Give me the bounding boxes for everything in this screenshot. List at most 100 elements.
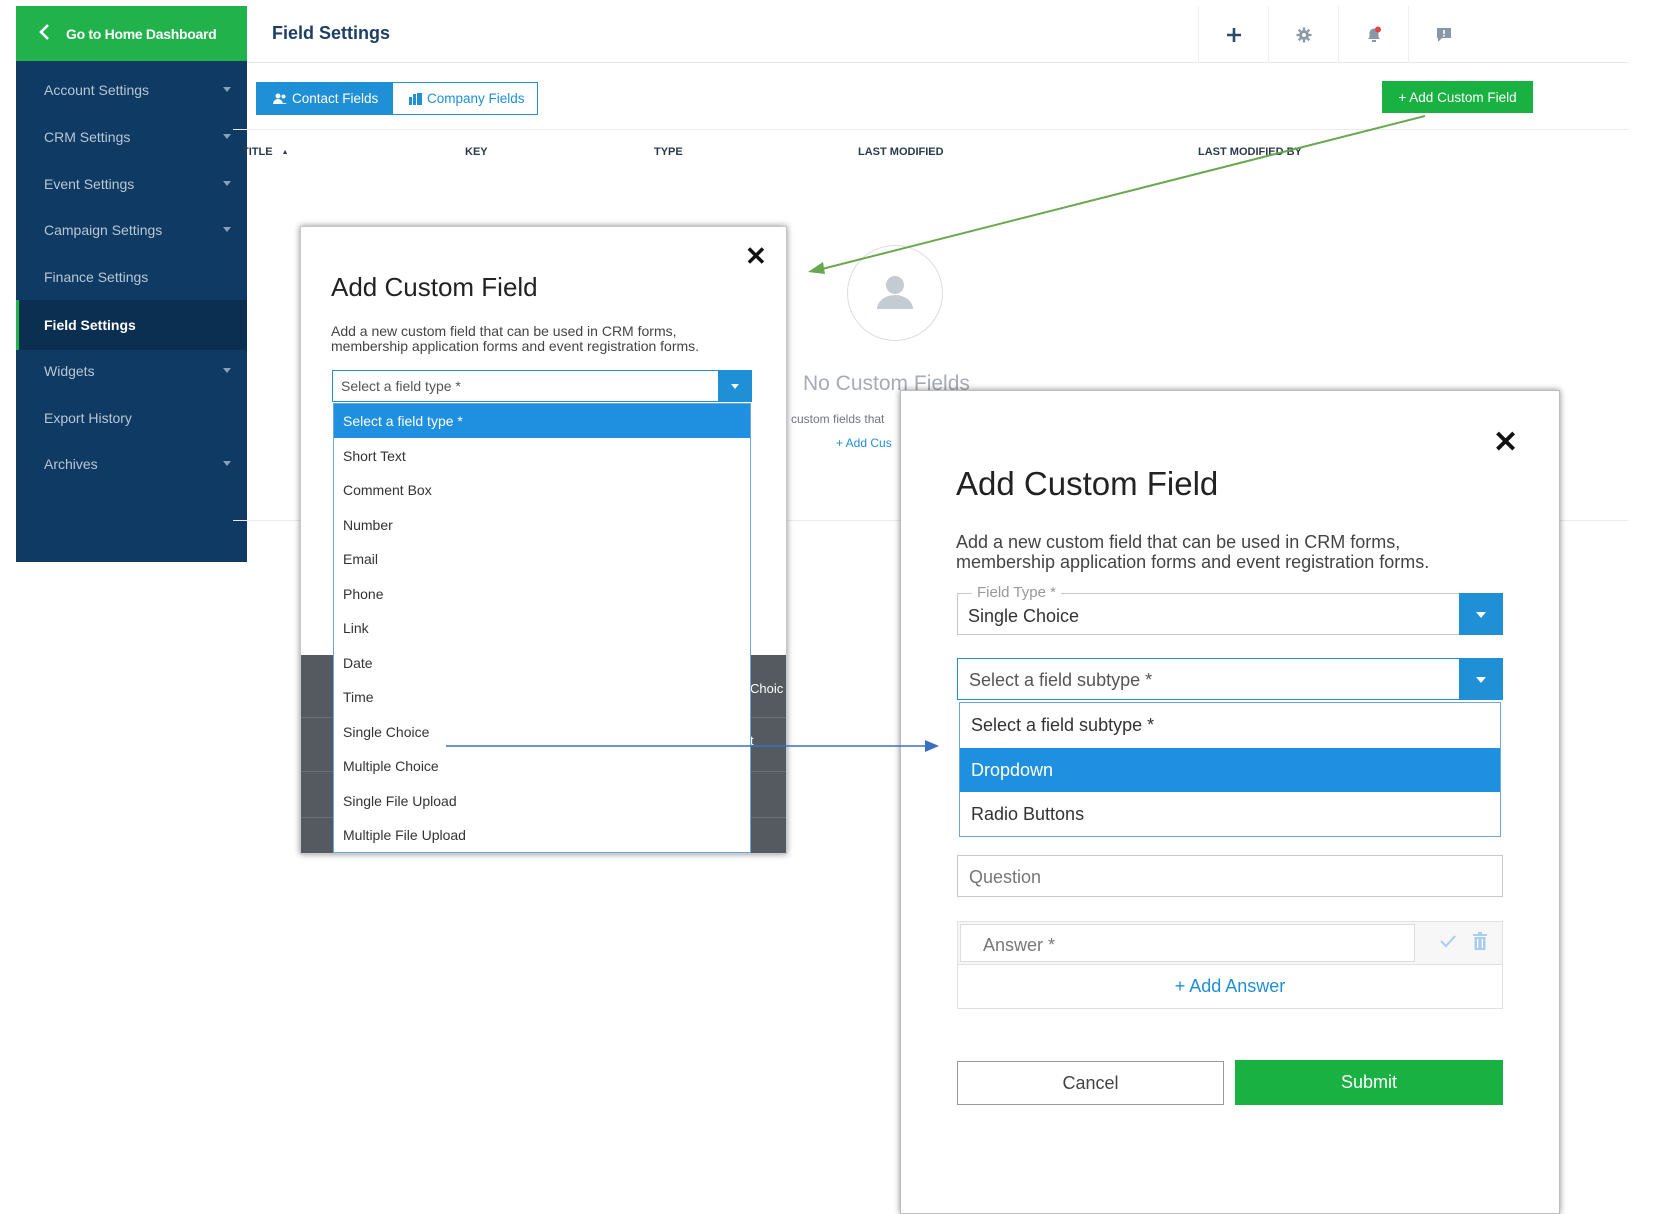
peek-text: Choic	[750, 681, 784, 696]
option-phone[interactable]: Phone	[334, 577, 750, 611]
notifications-button[interactable]	[1338, 6, 1408, 63]
select-value: Single Choice	[968, 606, 1080, 626]
caret-down-icon	[223, 181, 231, 186]
page-title: Field Settings	[272, 23, 391, 43]
modal-title: Add Custom Field	[331, 272, 538, 302]
option-single-file-upload[interactable]: Single File Upload	[334, 784, 750, 818]
cancel-button[interactable]: Cancel	[957, 1061, 1224, 1105]
table-header-last-modified[interactable]: LAST MODIFIED	[858, 146, 944, 158]
tab-label: Company Fields	[427, 91, 525, 106]
sidebar-item-label: Widgets	[44, 363, 95, 379]
sidebar-item-label: Finance Settings	[44, 269, 149, 285]
sidebar-item-crm-settings[interactable]: CRM Settings	[16, 112, 247, 162]
option-comment-box[interactable]: Comment Box	[334, 473, 750, 507]
empty-state-add-link[interactable]: + Add Cus	[836, 436, 892, 450]
field-type-select[interactable]: Field Type * Single Choice	[957, 584, 1503, 635]
option-email[interactable]: Email	[334, 542, 750, 576]
option-short-text[interactable]: Short Text	[334, 439, 750, 473]
field-subtype-options-list: Select a field subtype * Dropdown Radio …	[959, 702, 1501, 837]
column-label: TITLE	[242, 146, 273, 158]
settings-button[interactable]	[1268, 6, 1338, 63]
sidebar: Go to Home Dashboard Account Settings CR…	[16, 6, 247, 562]
question-input[interactable]: Question	[957, 855, 1503, 897]
top-bar: Field Settings	[247, 6, 1628, 63]
caret-down-icon	[223, 87, 231, 92]
option-select-field-subtype[interactable]: Select a field subtype *	[960, 703, 1500, 747]
caret-down-icon	[223, 227, 231, 232]
table-header-title[interactable]: TITLE ▲	[242, 146, 289, 158]
answer-placeholder: Answer *	[983, 935, 1056, 955]
plus-icon	[1226, 27, 1241, 42]
select-value: Select a field type *	[341, 378, 461, 394]
chevron-down-icon[interactable]	[1459, 658, 1503, 700]
sidebar-item-label: Account Settings	[44, 82, 150, 98]
tab-company-fields[interactable]: Company Fields	[392, 82, 538, 115]
empty-state-avatar	[847, 245, 943, 341]
table-header-type[interactable]: TYPE	[654, 146, 683, 158]
sidebar-item-label: Campaign Settings	[44, 222, 163, 238]
sidebar-item-campaign-settings[interactable]: Campaign Settings	[16, 205, 247, 255]
caret-down-icon	[223, 461, 231, 466]
home-dashboard-button[interactable]: Go to Home Dashboard	[16, 6, 247, 61]
empty-state-description: custom fields that	[791, 412, 885, 426]
modal-description: Add a new custom field that can be used …	[956, 532, 1430, 572]
sidebar-item-field-settings[interactable]: Field Settings	[16, 300, 247, 350]
option-time[interactable]: Time	[334, 680, 750, 714]
option-link[interactable]: Link	[334, 611, 750, 645]
option-multiple-file-upload[interactable]: Multiple File Upload	[334, 818, 750, 852]
sidebar-item-label: Archives	[44, 456, 98, 472]
add-custom-field-modal-subtype: ✕ Add Custom Field Add a new custom fiel…	[900, 390, 1560, 1214]
field-subtype-select[interactable]: Select a field subtype *	[957, 658, 1503, 700]
close-icon[interactable]: ✕	[745, 241, 767, 272]
table-header-last-modified-by[interactable]: LAST MODIFIED BY	[1198, 146, 1302, 158]
sidebar-item-widgets[interactable]: Widgets	[16, 346, 247, 396]
field-type-label: Field Type *	[972, 584, 1061, 601]
sort-asc-icon: ▲	[281, 149, 289, 156]
sidebar-item-label: Export History	[44, 410, 132, 426]
tab-contact-fields[interactable]: Contact Fields	[256, 82, 393, 115]
chevron-left-icon	[39, 24, 49, 40]
sidebar-item-label: Field Settings	[44, 317, 136, 333]
submit-button[interactable]: Submit	[1235, 1060, 1503, 1105]
question-placeholder: Question	[969, 867, 1042, 887]
option-select-field-type[interactable]: Select a field type *	[334, 404, 750, 438]
sidebar-item-label: Event Settings	[44, 176, 135, 192]
option-date[interactable]: Date	[334, 646, 750, 680]
sidebar-item-label: CRM Settings	[44, 129, 131, 145]
field-type-select[interactable]: Select a field type *	[332, 370, 752, 402]
add-answer-button[interactable]: + Add Answer	[957, 965, 1503, 1009]
add-custom-field-button[interactable]: + Add Custom Field	[1382, 81, 1533, 113]
close-icon[interactable]: ✕	[1493, 425, 1518, 460]
users-icon	[273, 93, 287, 104]
option-radio-buttons[interactable]: Radio Buttons	[960, 792, 1500, 836]
answer-input[interactable]: Answer *	[960, 924, 1415, 962]
caret-down-icon	[223, 134, 231, 139]
divider	[233, 129, 1628, 130]
answer-row: Answer *	[957, 921, 1503, 965]
sidebar-item-event-settings[interactable]: Event Settings	[16, 159, 247, 209]
select-value: Select a field subtype *	[969, 670, 1153, 690]
building-icon	[409, 92, 422, 105]
add-new-button[interactable]	[1198, 6, 1268, 63]
gear-icon	[1296, 27, 1311, 42]
sidebar-item-finance-settings[interactable]: Finance Settings	[16, 252, 247, 302]
table-header-key[interactable]: KEY	[465, 146, 488, 158]
bell-icon	[1367, 26, 1381, 42]
option-multiple-choice[interactable]: Multiple Choice	[334, 749, 750, 783]
option-number[interactable]: Number	[334, 508, 750, 542]
sidebar-item-export-history[interactable]: Export History	[16, 393, 247, 443]
sidebar-item-account-settings[interactable]: Account Settings	[16, 65, 247, 115]
trash-icon[interactable]	[1473, 932, 1487, 950]
modal-title: Add Custom Field	[956, 465, 1219, 502]
caret-down-icon	[223, 368, 231, 373]
sidebar-item-archives[interactable]: Archives	[16, 439, 247, 489]
tab-label: Contact Fields	[292, 91, 379, 106]
chevron-down-icon[interactable]	[718, 370, 752, 402]
feedback-button[interactable]	[1408, 6, 1478, 63]
field-type-options-list: Select a field type * Short Text Comment…	[333, 403, 751, 853]
option-single-choice[interactable]: Single Choice	[334, 715, 750, 749]
check-icon[interactable]	[1439, 932, 1457, 950]
chevron-down-icon[interactable]	[1459, 593, 1503, 635]
user-icon	[877, 276, 913, 309]
option-dropdown[interactable]: Dropdown	[960, 748, 1500, 792]
